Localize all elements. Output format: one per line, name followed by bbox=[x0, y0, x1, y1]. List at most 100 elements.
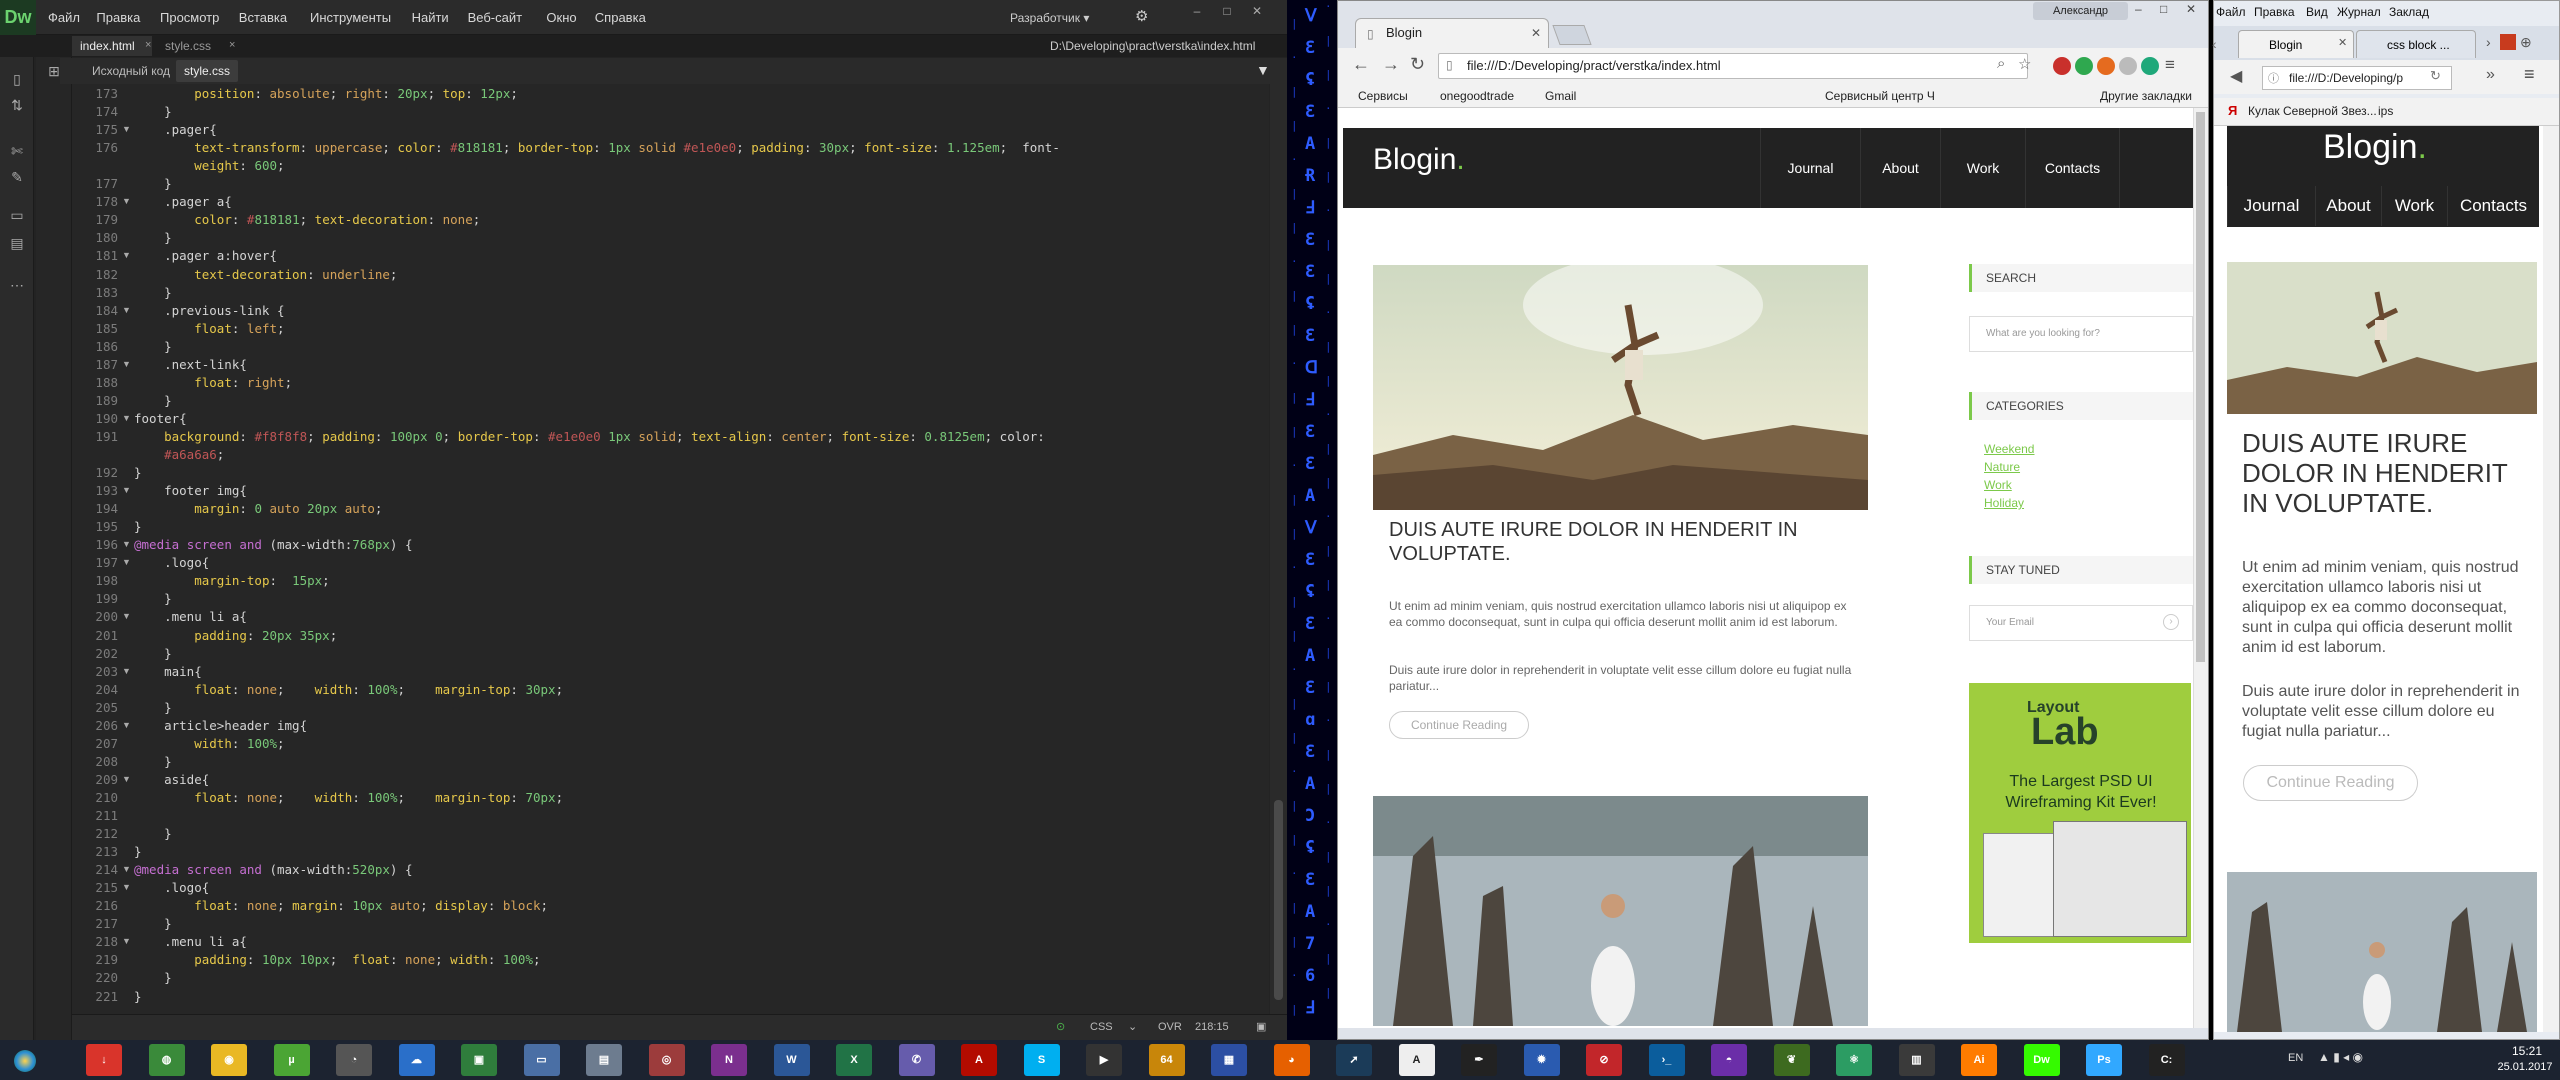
fold-icon[interactable]: ▼ bbox=[122, 882, 131, 892]
code-line[interactable]: #a6a6a6; bbox=[134, 447, 224, 462]
menu-item[interactable]: Просмотр bbox=[160, 0, 219, 35]
maximize-icon[interactable]: □ bbox=[1215, 4, 1239, 18]
scroll-tabs-left-icon[interactable]: ‹ bbox=[2212, 36, 2217, 52]
nav-work[interactable]: Work bbox=[1940, 128, 2025, 208]
code-line[interactable]: .pager{ bbox=[134, 122, 217, 137]
minimize-icon[interactable]: – bbox=[2135, 2, 2142, 16]
fold-icon[interactable]: ▼ bbox=[122, 864, 131, 874]
close-icon[interactable]: ✕ bbox=[1245, 4, 1269, 18]
language-indicator[interactable]: EN bbox=[2288, 1052, 2303, 1064]
start-button[interactable] bbox=[0, 1040, 50, 1080]
code-line[interactable]: .logo{ bbox=[134, 880, 209, 895]
code-line[interactable]: } bbox=[134, 104, 172, 119]
search-icon[interactable]: ⌕ bbox=[1997, 55, 2005, 72]
gear-icon[interactable]: ⚙ bbox=[1135, 7, 1148, 25]
profile-button[interactable]: Александр bbox=[2033, 2, 2128, 20]
lastpass-icon[interactable]: ⊘ bbox=[1586, 1044, 1622, 1076]
save-icon[interactable]: ▦ bbox=[1211, 1044, 1247, 1076]
fold-icon[interactable]: ▼ bbox=[122, 936, 131, 946]
wire-icon[interactable]: ➚ bbox=[1336, 1044, 1372, 1076]
close-tab-icon[interactable]: ✕ bbox=[2338, 36, 2347, 49]
address-bar[interactable]: file:///D:/Developing/pract/verstka/inde… bbox=[1438, 53, 2028, 79]
code-scrollbar-thumb[interactable] bbox=[1274, 800, 1283, 1000]
overflow-icon[interactable]: » bbox=[2486, 66, 2495, 84]
menu-item[interactable]: Заклад bbox=[2389, 5, 2429, 19]
tab-blogin[interactable]: Blogin bbox=[1355, 18, 1549, 48]
blog-logo[interactable]: Blogin. bbox=[1373, 143, 1465, 177]
fold-icon[interactable]: ▼ bbox=[122, 485, 131, 495]
code-line[interactable]: } bbox=[134, 700, 172, 715]
post-title[interactable]: DUIS AUTE IRURE DOLOR IN HENDERIT IN VOL… bbox=[2242, 428, 2532, 518]
continue-reading-button[interactable]: Continue Reading bbox=[2243, 765, 2418, 801]
onenote-icon[interactable]: N bbox=[711, 1044, 747, 1076]
menu-item[interactable]: Инструменты bbox=[310, 0, 391, 35]
fold-icon[interactable]: ▼ bbox=[122, 305, 131, 315]
code-line[interactable]: color: #818181; text-decoration: none; bbox=[134, 212, 480, 227]
code-line[interactable]: } bbox=[134, 591, 172, 606]
menu-item[interactable]: Правка bbox=[2254, 5, 2295, 19]
menu-item[interactable]: Файл bbox=[2216, 5, 2246, 19]
code-line[interactable]: width: 100%; bbox=[134, 736, 284, 751]
download-icon[interactable]: ↓ bbox=[86, 1044, 122, 1076]
pen-icon[interactable]: ✒ bbox=[1461, 1044, 1497, 1076]
menu-item[interactable]: Найти bbox=[412, 0, 449, 35]
new-tab-button[interactable] bbox=[1552, 25, 1592, 45]
menu-item[interactable]: Справка bbox=[595, 0, 646, 35]
code-line[interactable]: .menu li a{ bbox=[134, 934, 247, 949]
bookmark-folder[interactable]: onegoodtrade bbox=[1440, 86, 1514, 106]
tab-css-block[interactable]: css block ... bbox=[2356, 30, 2476, 58]
eye-icon[interactable]: ◎ bbox=[648, 1044, 685, 1076]
code-line[interactable]: .menu li a{ bbox=[134, 609, 247, 624]
nav-about[interactable]: About bbox=[1860, 128, 1940, 208]
back-icon[interactable]: ← bbox=[1352, 54, 1370, 75]
blog-logo[interactable]: Blogin. bbox=[2323, 128, 2427, 167]
close-tab-icon[interactable]: ✕ bbox=[1531, 26, 1541, 40]
preview-icon[interactable]: ▣ bbox=[1256, 1018, 1266, 1036]
category-link[interactable]: Work bbox=[1984, 478, 2012, 492]
chrome-scrollbar-thumb[interactable] bbox=[2196, 112, 2205, 662]
player-icon[interactable]: ▶ bbox=[1086, 1044, 1122, 1076]
menu-item[interactable]: Журнал bbox=[2337, 5, 2381, 19]
code-line[interactable]: .pager a:hover{ bbox=[134, 248, 277, 263]
fold-icon[interactable]: ▼ bbox=[122, 413, 131, 423]
fold-icon[interactable]: ▼ bbox=[122, 611, 131, 621]
code-line[interactable]: } bbox=[134, 844, 142, 859]
code-line[interactable]: } bbox=[134, 230, 172, 245]
menu-item[interactable]: Вставка bbox=[239, 0, 287, 35]
code-line[interactable]: footer{ bbox=[134, 411, 187, 426]
language-select[interactable]: CSS bbox=[1090, 1018, 1130, 1036]
nav-work[interactable]: Work bbox=[2381, 186, 2447, 226]
extension-icon[interactable] bbox=[2119, 57, 2137, 75]
menu-item[interactable]: Вид bbox=[2306, 5, 2328, 19]
reload-icon[interactable]: ↻ bbox=[2430, 68, 2441, 84]
tab-index-html[interactable]: index.html bbox=[72, 36, 152, 56]
fold-icon[interactable]: ▼ bbox=[122, 774, 131, 784]
sort-icon[interactable]: ⇅ bbox=[8, 97, 26, 115]
code-line[interactable]: @media screen and (max-width:768px) { bbox=[134, 537, 412, 552]
code-line[interactable]: margin: 0 auto 20px auto; bbox=[134, 501, 382, 516]
close-tab-icon[interactable]: × bbox=[145, 39, 151, 51]
gear-icon[interactable]: ✹ bbox=[1523, 1044, 1560, 1076]
code-line[interactable]: @media screen and (max-width:520px) { bbox=[134, 862, 412, 877]
menu-item[interactable]: Правка bbox=[96, 0, 140, 35]
extension-icon[interactable] bbox=[2097, 57, 2115, 75]
continue-reading-button[interactable]: Continue Reading bbox=[1389, 711, 1529, 739]
illustrator-icon[interactable]: Ai bbox=[1961, 1044, 1997, 1076]
fold-icon[interactable]: ▼ bbox=[122, 539, 131, 549]
fold-icon[interactable]: ▼ bbox=[122, 196, 131, 206]
nav-journal[interactable]: Journal bbox=[1760, 128, 1860, 208]
tab-blogin[interactable]: Blogin bbox=[2238, 30, 2354, 58]
code-line[interactable]: position: absolute; right: 20px; top: 12… bbox=[134, 86, 518, 101]
tabs-menu-icon[interactable]: ⊕ bbox=[2520, 34, 2532, 51]
code-line[interactable]: text-decoration: underline; bbox=[134, 267, 397, 282]
code-line[interactable]: } bbox=[134, 465, 142, 480]
yandex-icon[interactable]: Я bbox=[2228, 103, 2237, 118]
fold-icon[interactable]: ▼ bbox=[122, 250, 131, 260]
monitor-icon[interactable]: ▣ bbox=[461, 1044, 497, 1076]
dial-icon[interactable]: ◔ bbox=[336, 1044, 372, 1076]
reload-icon[interactable]: ↻ bbox=[1410, 54, 1425, 75]
laptop-icon[interactable]: ▭ bbox=[523, 1044, 560, 1076]
forward-icon[interactable]: → bbox=[1382, 54, 1400, 75]
atom-icon[interactable]: ⚛ bbox=[1836, 1044, 1872, 1076]
style-css-related-button[interactable]: style.css bbox=[176, 60, 239, 82]
